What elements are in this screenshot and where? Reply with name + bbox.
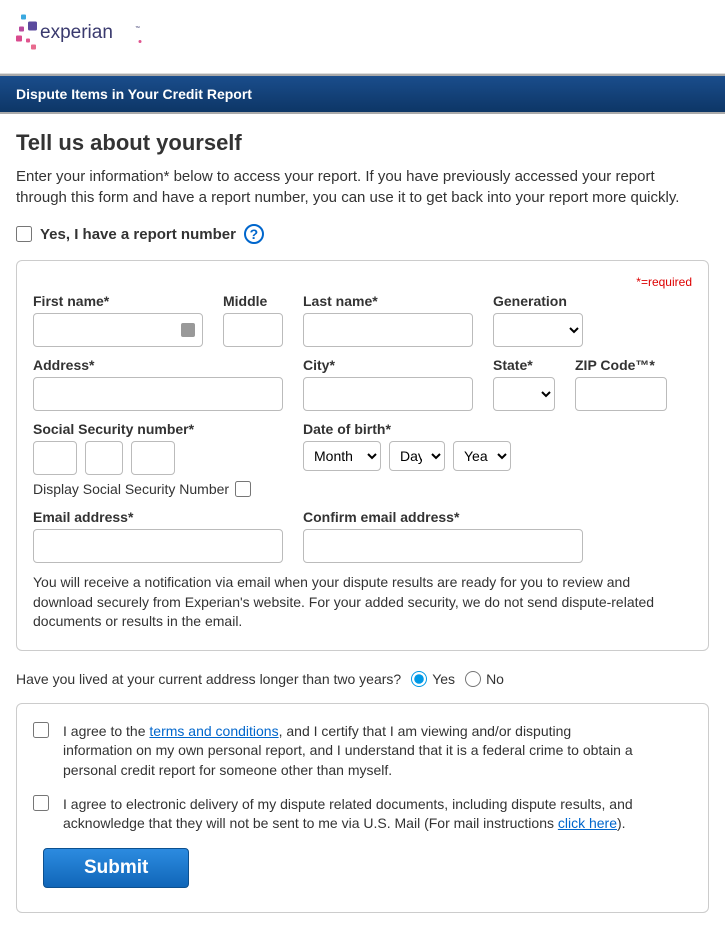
confirm-email-input[interactable] bbox=[303, 529, 583, 563]
ssn-label: Social Security number* bbox=[33, 421, 283, 437]
ssn-input-1[interactable] bbox=[33, 441, 77, 475]
have-report-number-label: Yes, I have a report number bbox=[40, 226, 236, 243]
address-input[interactable] bbox=[33, 377, 283, 411]
electronic-text: I agree to electronic delivery of my dis… bbox=[63, 795, 643, 834]
first-name-label: First name* bbox=[33, 293, 203, 309]
middle-label: Middle bbox=[223, 293, 283, 309]
email-note: You will receive a notification via emai… bbox=[33, 573, 692, 632]
address-duration-question: Have you lived at your current address l… bbox=[16, 671, 401, 687]
personal-info-form: *=required First name* Middle Last name*… bbox=[16, 260, 709, 651]
generation-label: Generation bbox=[493, 293, 583, 309]
address-yes-label: Yes bbox=[432, 671, 455, 687]
terms-checkbox[interactable] bbox=[33, 722, 49, 738]
last-name-input[interactable] bbox=[303, 313, 473, 347]
generation-select[interactable] bbox=[493, 313, 583, 347]
dob-year-select[interactable]: Year bbox=[453, 441, 511, 471]
dob-label: Date of birth* bbox=[303, 421, 511, 437]
state-label: State* bbox=[493, 357, 555, 373]
middle-input[interactable] bbox=[223, 313, 283, 347]
header-title: Dispute Items in Your Credit Report bbox=[16, 86, 252, 102]
state-select[interactable] bbox=[493, 377, 555, 411]
electronic-delivery-checkbox[interactable] bbox=[33, 795, 49, 811]
first-name-input[interactable] bbox=[33, 313, 203, 347]
ssn-display-label: Display Social Security Number bbox=[33, 481, 229, 497]
mail-instructions-link[interactable]: click here bbox=[558, 815, 617, 831]
dob-day-select[interactable]: Day bbox=[389, 441, 445, 471]
terms-text: I agree to the terms and conditions, and… bbox=[63, 722, 643, 781]
terms-link[interactable]: terms and conditions bbox=[149, 723, 278, 739]
city-input[interactable] bbox=[303, 377, 473, 411]
zip-label: ZIP Code™* bbox=[575, 357, 667, 373]
email-input[interactable] bbox=[33, 529, 283, 563]
address-no-label: No bbox=[486, 671, 504, 687]
last-name-label: Last name* bbox=[303, 293, 473, 309]
city-label: City* bbox=[303, 357, 473, 373]
experian-logo-icon: experian ™ bbox=[16, 8, 156, 58]
dob-month-select[interactable]: Month bbox=[303, 441, 381, 471]
address-no-radio[interactable] bbox=[465, 671, 481, 687]
email-label: Email address* bbox=[33, 509, 283, 525]
svg-text:experian: experian bbox=[40, 22, 113, 43]
submit-button[interactable]: Submit bbox=[43, 848, 189, 888]
page-title: Tell us about yourself bbox=[16, 130, 709, 156]
ssn-display-checkbox[interactable] bbox=[235, 481, 251, 497]
svg-text:™: ™ bbox=[135, 26, 140, 32]
help-icon[interactable]: ? bbox=[244, 224, 264, 244]
required-note: *=required bbox=[33, 275, 692, 289]
confirm-email-label: Confirm email address* bbox=[303, 509, 583, 525]
address-yes-radio[interactable] bbox=[411, 671, 427, 687]
have-report-number-checkbox[interactable] bbox=[16, 226, 32, 242]
agreements-box: I agree to the terms and conditions, and… bbox=[16, 703, 709, 913]
ssn-input-3[interactable] bbox=[131, 441, 175, 475]
address-label: Address* bbox=[33, 357, 283, 373]
zip-input[interactable] bbox=[575, 377, 667, 411]
ssn-input-2[interactable] bbox=[85, 441, 123, 475]
brand-logo: experian ™ bbox=[0, 0, 725, 73]
page-header-bar: Dispute Items in Your Credit Report bbox=[0, 74, 725, 114]
intro-text: Enter your information* below to access … bbox=[16, 166, 709, 208]
